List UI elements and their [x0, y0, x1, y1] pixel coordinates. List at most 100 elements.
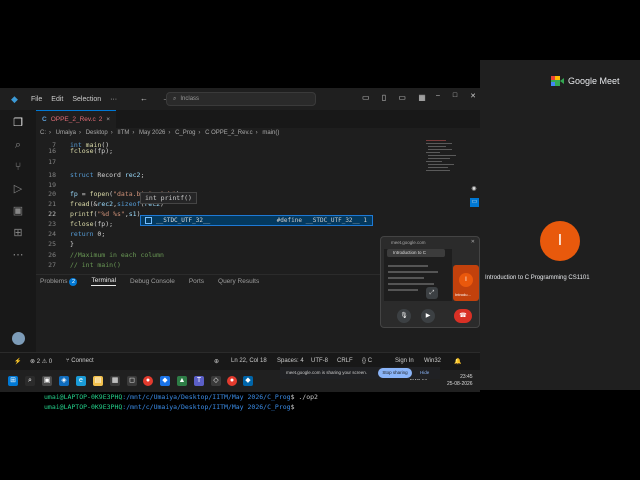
- line-number: 18: [48, 171, 56, 179]
- problems-status[interactable]: ⊗ 2 ⚠ 0: [30, 358, 52, 365]
- menu-edit[interactable]: Edit: [51, 96, 63, 103]
- task-view-icon[interactable]: ▣: [42, 376, 52, 386]
- code-line[interactable]: 20fp = fopen("data.bin", "rb");: [36, 189, 436, 199]
- layout-toggle-icons[interactable]: ▭ ▯ ▭ ▦: [362, 93, 431, 102]
- hide-button[interactable]: Hide: [420, 370, 429, 375]
- run-debug-icon[interactable]: ▷: [11, 182, 25, 196]
- maximize-button[interactable]: □: [453, 92, 457, 100]
- code-line[interactable]: 26 //Maximum in each column: [36, 250, 436, 260]
- participant-avatar[interactable]: I: [540, 221, 580, 261]
- encoding[interactable]: UTF-8: [311, 358, 328, 364]
- tab-problems[interactable]: Problems 2: [40, 277, 78, 286]
- camera-icon[interactable]: ◉: [470, 185, 478, 193]
- code-line[interactable]: 18 struct Record rec2;: [36, 170, 436, 180]
- cursor-position[interactable]: Ln 22, Col 18: [231, 358, 267, 364]
- line-number: 23: [48, 220, 56, 228]
- code-token: //Maximum in each column: [70, 251, 164, 259]
- minimap[interactable]: [424, 138, 464, 198]
- command-center-search[interactable]: ⌕ Inclass: [166, 92, 316, 106]
- tab-oppe-2-rev[interactable]: C OPPE_2_Rev.c 2 ×: [36, 110, 116, 128]
- breadcrumb-item[interactable]: C_Prog: [175, 130, 195, 136]
- code-token: "%d %s": [97, 210, 125, 218]
- chrome-icon[interactable]: ●: [227, 376, 237, 386]
- search-text: Inclass: [180, 96, 200, 102]
- stop-sharing-button[interactable]: Stop sharing: [378, 368, 412, 378]
- menu-file[interactable]: File: [31, 96, 42, 103]
- close-button[interactable]: ✕: [470, 92, 476, 100]
- file-explorer-icon[interactable]: ▤: [93, 376, 103, 386]
- code-line[interactable]: 25}: [36, 239, 436, 249]
- end-of-line[interactable]: CRLF: [337, 358, 353, 364]
- zoom-icon[interactable]: ⊕: [214, 358, 219, 365]
- app-icon[interactable]: ◻: [127, 376, 137, 386]
- breadcrumb-item[interactable]: C:: [40, 130, 46, 136]
- platform[interactable]: Win32: [424, 358, 441, 364]
- meet-logo: Google Meet: [551, 76, 620, 86]
- title-bar: ◆ File Edit Selection ··· ← → ⌕ Inclass …: [0, 88, 480, 110]
- code-token: fclose: [70, 147, 94, 155]
- close-icon[interactable]: ×: [106, 116, 110, 123]
- camera-button[interactable]: ▶: [421, 309, 435, 323]
- sign-in[interactable]: Sign In: [395, 358, 414, 364]
- indentation[interactable]: Spaces: 4: [277, 358, 304, 364]
- pip-participant-tile[interactable]: I Introdu...: [453, 265, 479, 301]
- breadcrumb-item[interactable]: C OPPE_2_Rev.c: [205, 130, 253, 136]
- store-icon[interactable]: ▦: [110, 376, 120, 386]
- breadcrumb-item[interactable]: Desktop: [86, 130, 108, 136]
- pip-tile-label: Introdu...: [455, 292, 471, 297]
- connect-status[interactable]: ⑂ Connect: [66, 358, 94, 364]
- meeting-title: Introduction to C Programming CS1101: [485, 275, 590, 281]
- remote-explorer-icon[interactable]: ▣: [11, 204, 25, 218]
- terminal-cmd: $ ./op2: [290, 393, 318, 401]
- source-control-icon[interactable]: ⑂: [11, 160, 25, 174]
- start-icon[interactable]: ⊞: [8, 376, 18, 386]
- code-line[interactable]: 17: [36, 157, 436, 167]
- close-icon[interactable]: ✕: [471, 239, 475, 245]
- tab-debug-console[interactable]: Debug Console: [130, 278, 175, 285]
- sharing-notice: meet.google.com is sharing your screen.: [286, 370, 368, 375]
- app-icon[interactable]: ◇: [211, 376, 221, 386]
- expand-icon[interactable]: ⤢: [426, 287, 438, 299]
- app-icon[interactable]: ▲: [177, 376, 187, 386]
- more-menu[interactable]: ···: [110, 96, 117, 103]
- code-line[interactable]: 27 // int main(): [36, 260, 436, 270]
- bell-icon[interactable]: 🔔: [454, 358, 461, 365]
- tab-terminal[interactable]: Terminal: [91, 277, 117, 286]
- language-mode[interactable]: {} C: [362, 358, 372, 364]
- breadcrumb-item[interactable]: main(): [262, 130, 279, 136]
- code-token: return: [70, 230, 98, 238]
- search-icon[interactable]: ⌕: [11, 138, 25, 152]
- edge-icon[interactable]: e: [76, 376, 86, 386]
- suggestion-item[interactable]: __STDC_UTF_32__ #define __STDC_UTF_32__ …: [140, 215, 373, 226]
- code-line[interactable]: 16 fclose(fp);: [36, 146, 436, 156]
- widgets-icon[interactable]: ◈: [59, 376, 69, 386]
- minimize-button[interactable]: –: [436, 92, 440, 100]
- more-views-icon[interactable]: ⋯: [11, 248, 25, 262]
- mic-button[interactable]: 🎙: [397, 309, 411, 323]
- search-icon[interactable]: ⌕: [25, 376, 35, 386]
- breadcrumb-item[interactable]: Umaiya: [56, 130, 76, 136]
- teams-icon[interactable]: T: [194, 376, 204, 386]
- clock[interactable]: 23:45 25-08-2026: [447, 374, 473, 388]
- extensions-icon[interactable]: ⊞: [11, 226, 25, 240]
- end-call-button[interactable]: ☎: [454, 309, 472, 323]
- connect-label: Connect: [71, 358, 94, 364]
- tab-query-results[interactable]: Query Results: [218, 278, 259, 285]
- code-line[interactable]: 24 return 0;: [36, 229, 436, 239]
- meet-pip-window[interactable]: meet.google.com ✕ Introduction to C ⤢ I …: [380, 236, 480, 328]
- menu-selection[interactable]: Selection: [72, 96, 101, 103]
- editor-tabs: C OPPE_2_Rev.c 2 ×: [36, 110, 480, 128]
- app-icon[interactable]: ◆: [160, 376, 170, 386]
- explorer-icon[interactable]: ❐: [11, 116, 25, 130]
- remote-icon[interactable]: ⚡: [14, 358, 21, 365]
- breadcrumb-item[interactable]: IITM: [117, 130, 129, 136]
- code-token: Record: [97, 171, 125, 179]
- chrome-icon[interactable]: ●: [143, 376, 153, 386]
- tab-problem-count: 2: [98, 116, 103, 123]
- screen-share-icon[interactable]: ▭: [470, 198, 479, 207]
- breadcrumb-item[interactable]: May 2026: [139, 130, 165, 136]
- account-avatar[interactable]: [12, 332, 25, 345]
- tab-ports[interactable]: Ports: [189, 278, 204, 285]
- code-line[interactable]: 21 fread(&rec2,sizeof(rec2): [36, 199, 436, 209]
- vscode-taskbar-icon[interactable]: ◆: [243, 376, 253, 386]
